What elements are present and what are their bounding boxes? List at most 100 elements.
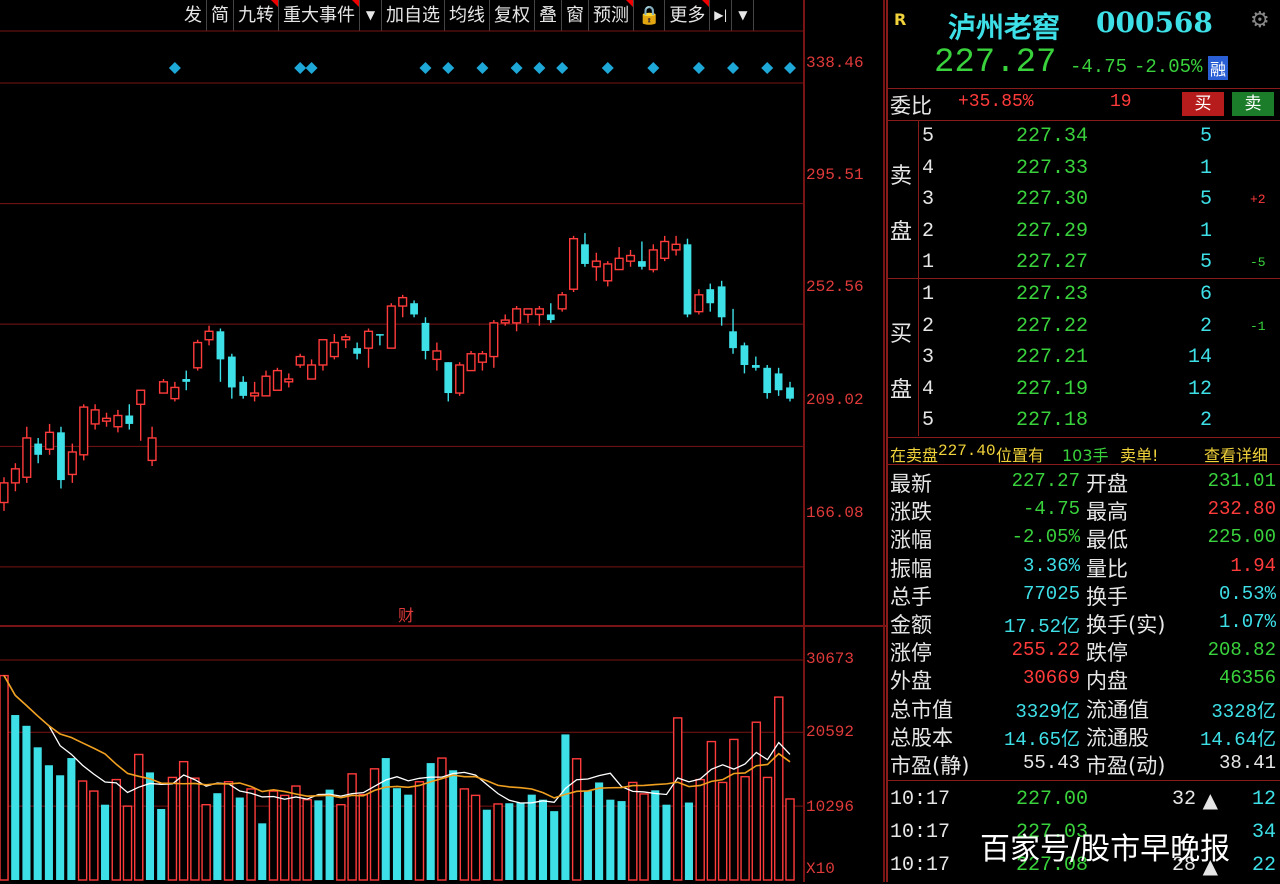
- volume-bar: [302, 798, 312, 881]
- sell-button[interactable]: 卖: [1232, 92, 1274, 116]
- signal-diamond: [510, 62, 523, 74]
- candle-body: [272, 369, 282, 391]
- volume-bar: [493, 803, 503, 881]
- bids-row[interactable]: 2 227.22 2 -1: [888, 311, 1280, 342]
- signal-diamond: [168, 62, 181, 74]
- stat-value: 231.01: [1207, 470, 1276, 492]
- volume-bar: [606, 799, 615, 880]
- candle-body: [671, 243, 681, 251]
- bids-row[interactable]: 4 227.19 12: [888, 374, 1280, 405]
- stat-value: 255.22: [1011, 639, 1080, 662]
- volume-bar: [729, 738, 739, 881]
- signal-diamond: [647, 62, 660, 74]
- volume-axis-label: 10296: [806, 798, 855, 816]
- candle-body: [683, 244, 692, 315]
- stat-label: 涨幅: [890, 528, 932, 553]
- bids-price: 227.21: [1016, 346, 1089, 370]
- candle-body: [147, 437, 157, 462]
- asks-volume: 1: [1199, 156, 1212, 180]
- stat-label: 最新: [890, 472, 932, 496]
- asks-row[interactable]: 2 227.29 1: [888, 216, 1280, 247]
- candle-body: [660, 240, 670, 260]
- stat-label: 市盈(动): [1086, 754, 1166, 778]
- quote-panel: R 泸州老窖 000568 ⚙ 227.27 -4.75 -2.05% 融 委比…: [886, 0, 1280, 882]
- candle-body: [113, 414, 123, 428]
- bids-price: 227.23: [1016, 283, 1089, 306]
- price-axis-label: 209.02: [806, 391, 864, 409]
- candle-body: [638, 261, 646, 267]
- asks-price: 227.34: [1016, 125, 1089, 148]
- large-order-alert[interactable]: 在卖盘 227.40 位置有 103手 卖单! 查看详细: [888, 440, 1280, 466]
- signal-diamond: [294, 62, 307, 74]
- volume-bar: [56, 775, 65, 880]
- asks-row[interactable]: 5 227.34 5: [888, 121, 1280, 152]
- view-details-link[interactable]: 查看详细: [1204, 442, 1268, 466]
- candle-body: [614, 257, 624, 271]
- volume-bar: [392, 788, 402, 880]
- volume-bar: [347, 773, 357, 881]
- volume-bar: [583, 791, 592, 880]
- stat-value: 17.52亿: [1003, 616, 1080, 638]
- volume-bar: [314, 800, 323, 880]
- volume-bar: [459, 788, 470, 881]
- volume-bar: [122, 805, 133, 881]
- margin-badge: 融: [1208, 56, 1229, 80]
- price-change: -4.75: [1070, 56, 1128, 78]
- volume-bar: [235, 797, 244, 880]
- volume-bar: [617, 801, 626, 880]
- candle-body: [740, 345, 749, 365]
- kline-chart[interactable]: [0, 0, 886, 882]
- candle-body: [557, 294, 567, 310]
- volume-bar: [628, 781, 638, 881]
- bids-row[interactable]: 3 227.21 14: [888, 342, 1280, 373]
- candle-body: [386, 305, 396, 349]
- candle-body: [489, 322, 499, 358]
- volume-bar: [369, 768, 380, 881]
- bids-row[interactable]: 1 227.23 6: [888, 279, 1280, 310]
- tick-time: 10:17: [890, 788, 951, 811]
- volume-bar: [89, 790, 99, 881]
- candle-body: [306, 364, 317, 380]
- buy-button[interactable]: 买: [1182, 92, 1224, 116]
- candle-body: [625, 254, 636, 262]
- volume-bar: [651, 790, 660, 880]
- asks-price: 227.27: [1016, 251, 1089, 275]
- asks-row[interactable]: 3 227.30 5 +2: [888, 184, 1280, 215]
- candle-body: [318, 339, 328, 366]
- volume-axis-label: 20592: [806, 723, 855, 741]
- tick-time: 10:17: [890, 854, 951, 877]
- asks-row[interactable]: 1 227.27 5 -5: [888, 247, 1280, 278]
- stat-value: 14.65亿: [1003, 728, 1080, 751]
- bids-row[interactable]: 5 227.18 2: [888, 405, 1280, 436]
- stat-value: 30669: [1022, 667, 1080, 690]
- candle-body: [67, 451, 77, 476]
- volume-bar: [11, 715, 20, 880]
- candle-body: [591, 260, 601, 268]
- asks-level: 3: [922, 188, 935, 212]
- candle-body: [477, 353, 488, 363]
- stat-label: 涨停: [890, 641, 932, 666]
- volume-bar: [482, 809, 491, 880]
- candle-body: [341, 336, 351, 341]
- asks-level: 5: [922, 125, 935, 148]
- weibi-label: 委比: [890, 94, 932, 118]
- asks-level: 4: [922, 156, 935, 180]
- candle-body: [125, 415, 134, 424]
- stat-value: 38.41: [1218, 752, 1276, 774]
- stat-label: 跌停: [1086, 641, 1128, 666]
- asks-level: 1: [922, 251, 935, 275]
- gear-icon[interactable]: ⚙: [1250, 8, 1270, 33]
- candle-body: [216, 331, 225, 360]
- volume-bar: [785, 798, 795, 881]
- stat-value: 0.53%: [1218, 582, 1276, 605]
- stat-value: 77025: [1022, 582, 1080, 605]
- stats-row: 最新 227.27 开盘 231.01: [888, 468, 1280, 496]
- stat-label: 量比: [1086, 556, 1128, 581]
- stat-value: 3329亿: [1015, 700, 1080, 723]
- stat-value: 46356: [1218, 667, 1276, 690]
- tick-count: 34: [1251, 821, 1276, 844]
- financial-report-marker[interactable]: 财: [398, 602, 414, 626]
- stats-row: 金额 17.52亿 换手(实) 1.07%: [888, 609, 1280, 638]
- signal-diamond: [727, 62, 740, 74]
- asks-row[interactable]: 4 227.33 1: [888, 153, 1280, 184]
